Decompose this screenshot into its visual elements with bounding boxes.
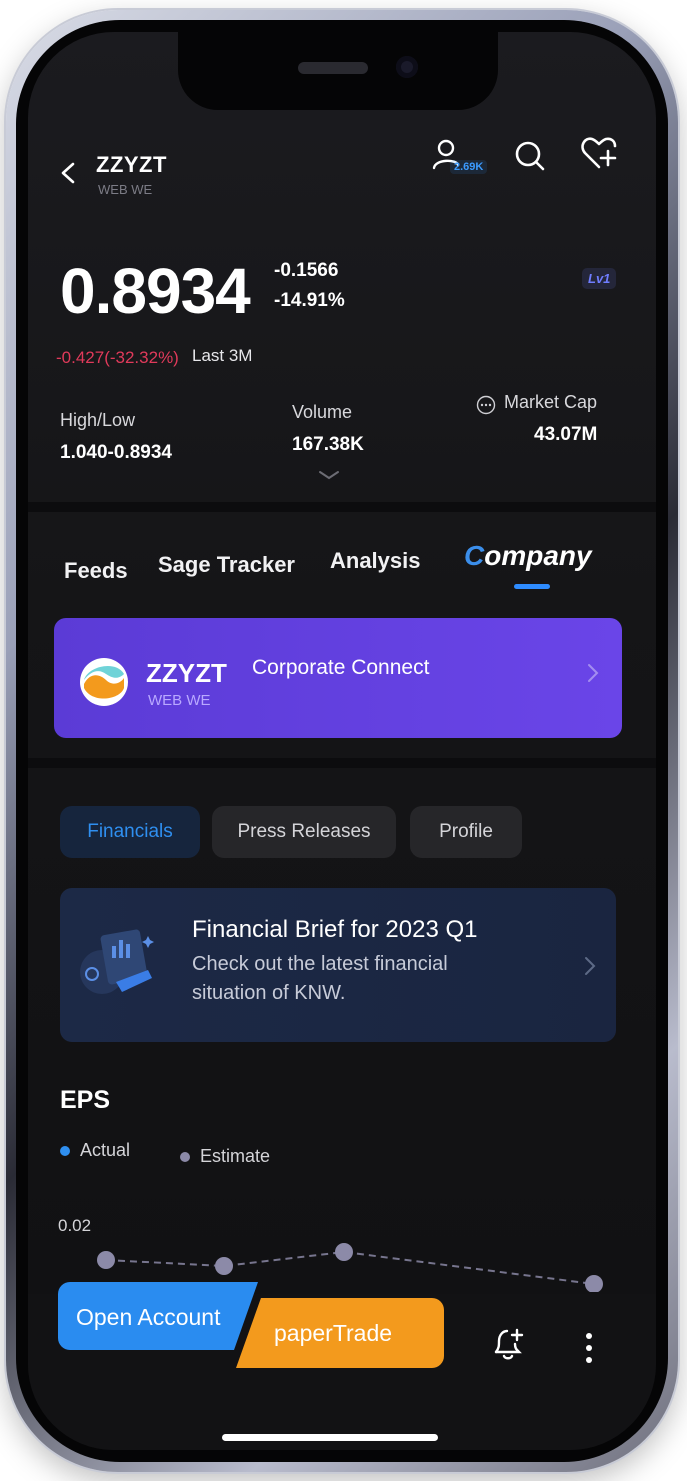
corporate-connect-exchange: WEB WE xyxy=(148,692,211,709)
notch xyxy=(178,32,498,110)
company-logo xyxy=(80,658,128,706)
tab-analysis[interactable]: Analysis xyxy=(330,548,421,574)
section-divider xyxy=(28,758,656,768)
chevron-right-icon xyxy=(585,957,596,975)
active-tab-indicator xyxy=(514,584,550,589)
open-account-label: Open Account xyxy=(76,1304,221,1330)
tab-company-initial: C xyxy=(464,540,485,571)
eps-section-title: EPS xyxy=(60,1086,111,1114)
legend-actual: Actual xyxy=(80,1140,131,1160)
market-cap-value: 43.07M xyxy=(534,424,598,445)
speaker xyxy=(298,62,368,74)
period-label: Last 3M xyxy=(192,346,253,365)
more-options-icon[interactable] xyxy=(584,1332,594,1364)
high-low-label: High/Low xyxy=(60,410,136,430)
app-screen: ZZYZT WEB WE 2.69K 0.8934 -0.1566 -14.91… xyxy=(28,32,656,1450)
header-ticker: ZZYZT xyxy=(96,152,167,177)
add-to-watchlist-icon[interactable] xyxy=(580,136,618,170)
chevron-down-icon[interactable] xyxy=(316,468,342,482)
eps-estimate-point xyxy=(585,1275,603,1292)
more-dots-icon[interactable] xyxy=(476,395,496,415)
back-arrow-icon[interactable] xyxy=(58,162,80,184)
search-icon[interactable] xyxy=(514,140,546,172)
corporate-connect-title: Corporate Connect xyxy=(252,656,430,679)
market-cap-label: Market Cap xyxy=(504,392,598,412)
subtab-press-releases[interactable]: Press Releases xyxy=(212,806,396,858)
corporate-connect-ticker: ZZYZT xyxy=(146,658,227,688)
subtab-profile[interactable]: Profile xyxy=(410,806,522,858)
financial-report-illustration xyxy=(80,929,154,994)
tab-sage-tracker[interactable]: Sage Tracker xyxy=(158,552,295,578)
eps-estimate-point xyxy=(335,1243,353,1261)
followers-count: 2.69K xyxy=(450,160,488,174)
add-alert-bell-icon[interactable] xyxy=(490,1326,526,1362)
company-logo-graphic xyxy=(82,660,126,704)
home-indicator[interactable] xyxy=(222,1434,438,1441)
price-change: -0.1566 xyxy=(274,260,339,281)
financial-brief-body: Check out the latest financial situation… xyxy=(192,953,448,1004)
legend-estimate-marker xyxy=(180,1152,190,1162)
quote-level-badge[interactable]: Lv1 xyxy=(582,268,617,289)
volume-value: 167.38K xyxy=(292,434,364,455)
section-divider xyxy=(28,502,656,512)
tab-feeds[interactable]: Feeds xyxy=(64,558,128,584)
tab-company-rest: ompany xyxy=(484,540,592,571)
price-change-percent: -14.91% xyxy=(274,290,345,311)
tab-company[interactable]: Company xyxy=(464,540,592,572)
eps-estimate-point xyxy=(215,1257,233,1275)
last-price: 0.8934 xyxy=(60,255,251,327)
legend-estimate: Estimate xyxy=(200,1146,271,1166)
chevron-right-icon xyxy=(588,664,599,682)
high-low-value: 1.040-0.8934 xyxy=(60,442,172,463)
period-change: -0.427(-32.32%) xyxy=(56,348,179,367)
phone-frame: ZZYZT WEB WE 2.69K 0.8934 -0.1566 -14.91… xyxy=(6,10,678,1472)
paper-trade-label: paperTrade xyxy=(274,1320,393,1346)
legend-actual-marker xyxy=(60,1146,70,1156)
eps-estimate-point xyxy=(97,1251,115,1269)
financial-brief-title: Financial Brief for 2023 Q1 xyxy=(192,916,478,943)
subtab-financials[interactable]: Financials xyxy=(60,806,200,858)
header-exchange: WEB WE xyxy=(98,182,153,197)
front-camera xyxy=(396,56,418,78)
volume-label: Volume xyxy=(292,402,353,422)
